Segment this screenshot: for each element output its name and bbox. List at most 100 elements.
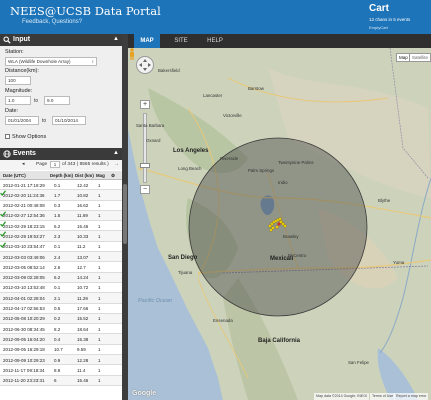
- map-label-brawley: Brawley: [283, 234, 299, 239]
- map-label-mexicali: Mexicali: [270, 256, 294, 262]
- input-section-title: Input: [13, 36, 31, 43]
- google-logo[interactable]: Google: [132, 390, 156, 397]
- feedback-link[interactable]: Feedback, Questions?: [22, 19, 82, 25]
- show-options-toggle[interactable]: Show Options: [5, 134, 46, 140]
- cell-date: 2012-03-10 23:54:47: [3, 244, 45, 250]
- zoom-in-button[interactable]: +: [140, 100, 150, 109]
- cell-date: 2012-01-21 17:18:29: [3, 182, 45, 188]
- cell-mag: 1: [98, 347, 101, 353]
- event-marker[interactable]: [275, 225, 279, 229]
- pager-first-icon[interactable]: ◂: [22, 162, 24, 167]
- table-row[interactable]: 2012-02-21 00:48:08 0.3 16.62 1: [0, 201, 122, 211]
- map-label-san-felipe: San Felipe: [348, 360, 369, 365]
- pager-next-icon[interactable]: →: [114, 162, 119, 167]
- table-row[interactable]: 2012-05-08 10:20:29 0.2 15.52 1: [0, 313, 122, 325]
- maptype-satellite-button[interactable]: Satellite: [409, 53, 431, 62]
- input-section-header[interactable]: Input ▲: [0, 34, 122, 46]
- col-date[interactable]: Date (UTC): [3, 173, 26, 178]
- table-row[interactable]: 2012-09-09 10:29:23 0.9 12.28 1: [0, 355, 122, 366]
- table-row[interactable]: 2012-03-03 03:49:06 2.4 13.07 1: [0, 252, 122, 263]
- globe-icon: [3, 150, 11, 158]
- table-row[interactable]: 2012-02-29 19:53:27 2.3 10.33 1: [0, 231, 122, 242]
- cell-depth: 8.9: [54, 367, 61, 373]
- event-marker[interactable]: [283, 224, 287, 228]
- table-row[interactable]: 2012-02-20 11:24:36 1.7 10.82 1: [0, 190, 122, 201]
- map-label-los-angeles: Los Angeles: [173, 148, 209, 154]
- cell-dist: 18.64: [77, 326, 89, 332]
- magnitude-min-input[interactable]: 1.0: [5, 96, 31, 105]
- event-marker[interactable]: [269, 228, 273, 232]
- station-select[interactable]: WLA (Wildlife Downhole Array) ↕: [5, 57, 97, 66]
- feedback-link-wrap: Feedback, Questions?: [10, 19, 82, 25]
- map-label-baja-california: Baja California: [258, 338, 301, 344]
- pan-control[interactable]: [136, 56, 154, 74]
- cell-date: 2012-11-17 09:18:34: [3, 367, 45, 373]
- magnitude-label: Magnitude:: [5, 88, 33, 94]
- date-to-input[interactable]: 01/10/2014: [52, 116, 86, 125]
- cell-mag: 1: [98, 275, 101, 281]
- map-canvas[interactable]: [128, 48, 431, 400]
- cell-depth: 10.7: [54, 347, 63, 353]
- table-row[interactable]: 2012-02-29 18:23:15 6.2 15.46 1: [0, 221, 122, 232]
- zoom-slider-knob[interactable]: [140, 163, 150, 168]
- magnitude-max-input[interactable]: 9.0: [44, 96, 70, 105]
- table-row[interactable]: 2012-03-05 08:52:14 2.6 12.7 1: [0, 262, 122, 273]
- table-row[interactable]: 2012-09-05 16:04:20 0.4 15.38 1: [0, 334, 122, 345]
- table-row[interactable]: 2012-09-05 16:29:18 10.7 9.59 1: [0, 345, 122, 356]
- table-row[interactable]: 2012-06-30 08:34:45 8.2 18.64 1: [0, 324, 122, 335]
- cell-mag: 1: [98, 316, 101, 322]
- col-mag[interactable]: Mag: [96, 173, 105, 178]
- show-options-checkbox[interactable]: [5, 134, 10, 140]
- cell-dist: 12.42: [77, 182, 89, 188]
- scrollbar-thumb[interactable]: [123, 184, 127, 244]
- cell-depth: 8.2: [54, 326, 61, 332]
- report-error-link[interactable]: Report a map error: [394, 393, 429, 400]
- col-dist[interactable]: Dist (km): [75, 173, 94, 178]
- sidebar: Input ▲ Station: WLA (Wildlife Downhole …: [0, 34, 122, 400]
- pager-page-input[interactable]: 1: [50, 161, 60, 168]
- table-row[interactable]: 2012-04-01 02:28:04 2.1 11.29 1: [0, 293, 122, 304]
- portal-title[interactable]: NEES@UCSB Data Portal: [10, 4, 161, 18]
- events-section-header[interactable]: Events ▲: [0, 148, 122, 160]
- cell-date: 2012-03-03 03:49:06: [3, 254, 45, 260]
- distance-input[interactable]: 100: [5, 76, 31, 85]
- tab-site[interactable]: SITE: [168, 34, 194, 48]
- table-row[interactable]: 2012-04-17 02:56:53 0.5 17.66 1: [0, 304, 122, 314]
- terms-link[interactable]: Terms of Use: [370, 393, 396, 400]
- table-row[interactable]: 2012-02-27 12:54:36 1.5 11.69 1: [0, 210, 122, 222]
- cell-date: 2012-02-29 19:53:27: [3, 233, 45, 239]
- map-label-twentynine-palms: Twentynine Palms: [278, 160, 314, 165]
- map-label-riverside: Riverside: [220, 156, 239, 161]
- table-row[interactable]: 2012-11-17 09:18:34 8.9 11.4 1: [0, 365, 122, 376]
- cart-title: Cart: [369, 3, 390, 14]
- cell-date: 2012-04-01 02:28:04: [3, 295, 45, 301]
- zoom-out-button[interactable]: −: [140, 185, 150, 194]
- cell-mag: 1: [98, 367, 101, 373]
- cell-dist: 9.59: [77, 347, 86, 353]
- table-row[interactable]: 2012-11-20 23:23:31 6 15.46 1: [0, 375, 122, 386]
- cell-mag: 1: [98, 182, 101, 188]
- cell-date: 2012-06-30 08:34:45: [3, 326, 45, 332]
- collapse-caret-icon[interactable]: ▲: [113, 36, 119, 42]
- cell-date: 2012-02-21 00:48:08: [3, 203, 45, 209]
- col-depth[interactable]: Depth (km): [50, 173, 73, 178]
- table-row[interactable]: 2012-03-09 02:28:05 6.2 14.24 1: [0, 272, 122, 283]
- cell-mag: 1: [98, 306, 101, 312]
- empty-cart-link[interactable]: EmptyCart: [369, 25, 388, 30]
- cell-mag: 1: [98, 285, 101, 291]
- table-row[interactable]: 2012-01-21 17:18:29 0.1 12.42 1: [0, 180, 122, 191]
- cart-panel[interactable]: Cart 12 chans in 5 events EmptyCart: [369, 3, 431, 34]
- pegman-icon[interactable]: [128, 48, 136, 60]
- map-view[interactable]: + − Map Satellite Bakersfield Lancaster …: [128, 48, 431, 400]
- collapse-caret-icon[interactable]: ▲: [113, 150, 119, 156]
- table-row[interactable]: 2012-03-10 23:54:47 0.1 11.2 1: [0, 242, 122, 253]
- cell-mag: 1: [98, 192, 101, 198]
- cell-dist: 14.24: [77, 275, 89, 281]
- gear-icon[interactable]: ⚙: [111, 173, 115, 179]
- event-marker[interactable]: [278, 217, 282, 221]
- cell-mag: 1: [98, 203, 101, 209]
- tab-map[interactable]: MAP: [134, 34, 160, 48]
- date-from-input[interactable]: 01/01/2004: [5, 116, 39, 125]
- table-row[interactable]: 2012-03-10 13:53:48 0.1 10.72 1: [0, 283, 122, 294]
- tab-help[interactable]: HELP: [202, 34, 228, 48]
